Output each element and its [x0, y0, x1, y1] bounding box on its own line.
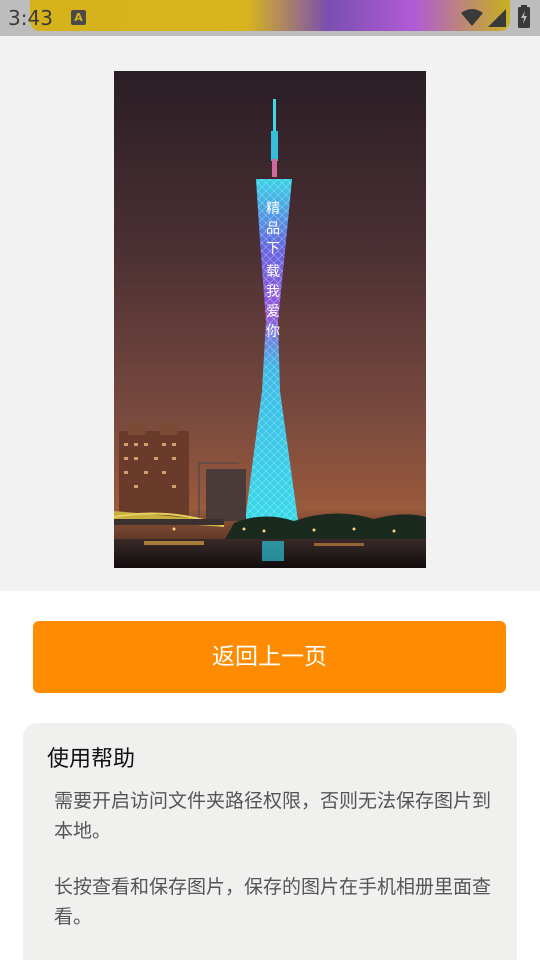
battery-icon: [518, 5, 530, 28]
svg-text:下: 下: [266, 241, 280, 257]
notification-banner[interactable]: [30, 0, 510, 31]
svg-text:爱: 爱: [266, 304, 280, 320]
canton-tower-photo[interactable]: 精 品 下 载 我 爱 你: [114, 71, 426, 568]
wifi-icon: [461, 9, 483, 26]
signal-icon: [488, 9, 506, 27]
image-preview-area: 精 品 下 载 我 爱 你: [0, 36, 540, 591]
back-to-previous-page-button[interactable]: 返回上一页: [33, 621, 506, 693]
notification-a-icon: A: [71, 10, 86, 25]
help-card: 使用帮助 需要开启访问文件夹路径权限，否则无法保存图片到本地。 长按查看和保存图…: [23, 723, 517, 960]
svg-text:你: 你: [266, 324, 280, 340]
svg-text:品: 品: [266, 221, 280, 237]
svg-text:精: 精: [266, 201, 280, 217]
svg-text:载: 载: [266, 264, 280, 280]
svg-text:我: 我: [266, 284, 280, 300]
help-paragraph-permission: 需要开启访问文件夹路径权限，否则无法保存图片到本地。: [54, 790, 492, 842]
status-time: 3:43: [8, 6, 53, 30]
help-title: 使用帮助: [47, 747, 136, 772]
help-paragraph-save: 长按查看和保存图片，保存的图片在手机相册里面查看。: [54, 876, 492, 928]
status-bar: 3:43 A: [0, 0, 540, 36]
